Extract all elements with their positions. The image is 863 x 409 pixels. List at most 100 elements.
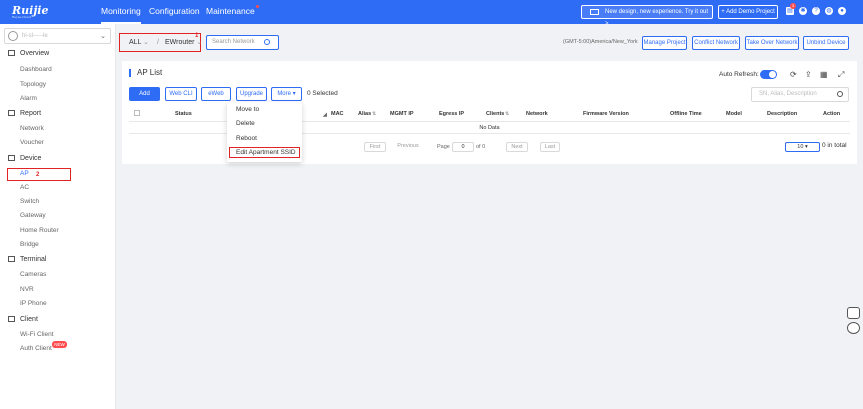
column-mac[interactable]: MAC bbox=[331, 111, 344, 117]
menu-item-delete[interactable]: Delete bbox=[236, 120, 255, 127]
columns-icon[interactable]: ▦ bbox=[820, 70, 828, 79]
terminal-icon bbox=[8, 256, 15, 262]
chat-icon[interactable] bbox=[847, 307, 860, 319]
ruijie-logo[interactable]: Ruijie Reyee Cloud bbox=[12, 4, 72, 20]
search-icon[interactable] bbox=[264, 39, 270, 45]
sidebar: hi-sl-----le ⌄ bbox=[0, 24, 116, 409]
user-name: hi-sl-----le bbox=[22, 33, 48, 39]
search-network-input[interactable]: Search Network bbox=[206, 35, 279, 50]
caret-down-icon: ▾ bbox=[804, 144, 808, 150]
sidebar-group-overview[interactable]: Overview bbox=[8, 50, 49, 57]
column-firmware-version[interactable]: Firmware Version bbox=[583, 111, 629, 117]
page-of-label: of 0 bbox=[476, 144, 486, 150]
nav-maintenance[interactable]: Maintenance bbox=[206, 0, 259, 24]
total-count: 0 in total bbox=[822, 142, 847, 149]
take-over-network-button[interactable]: Take Over Network bbox=[745, 36, 799, 50]
notification-badge: 3 bbox=[790, 3, 796, 9]
sidebar-item-topology[interactable]: Topology bbox=[20, 81, 46, 88]
add-button[interactable]: Add bbox=[129, 87, 160, 101]
upgrade-button[interactable]: Upgrade bbox=[236, 87, 267, 101]
network-dropdown[interactable]: EWrouter ⌄ bbox=[165, 36, 202, 50]
sidebar-group-device[interactable]: Device bbox=[8, 155, 41, 162]
scope-dropdown[interactable]: ALL ⌄ bbox=[129, 36, 149, 50]
column-clients[interactable]: Clients bbox=[486, 111, 504, 117]
annotation-box-edit-ssid bbox=[229, 147, 300, 158]
brand-tagline: Reyee Cloud bbox=[12, 15, 32, 19]
column-status[interactable]: Status bbox=[175, 111, 192, 117]
sidebar-item-switch[interactable]: Switch bbox=[20, 198, 39, 205]
device-icon bbox=[8, 155, 15, 161]
column-alias[interactable]: Alias bbox=[358, 111, 371, 117]
column-offline-time[interactable]: Offline Time bbox=[670, 111, 702, 117]
sidebar-item-auth-client[interactable]: Auth Client bbox=[20, 345, 52, 352]
next-page-button[interactable]: Next bbox=[506, 142, 528, 152]
column-action: Action bbox=[823, 111, 841, 117]
headset-icon[interactable] bbox=[847, 322, 860, 334]
sidebar-item-bridge[interactable]: Bridge bbox=[20, 241, 39, 248]
new-design-button[interactable]: New design, new experience. Try it out > bbox=[581, 5, 713, 27]
report-icon bbox=[8, 110, 15, 116]
eweb-button[interactable]: eWeb bbox=[201, 87, 231, 101]
previous-page-button[interactable]: Previous bbox=[392, 142, 424, 152]
sidebar-item-dashboard[interactable]: Dashboard bbox=[20, 66, 52, 73]
sidebar-item-nvr[interactable]: NVR bbox=[20, 286, 34, 293]
caret-down-icon: ▾ bbox=[292, 91, 296, 97]
user-icon[interactable]: ● bbox=[838, 7, 846, 15]
help-icon[interactable]: ? bbox=[812, 7, 820, 15]
sidebar-item-network[interactable]: Network bbox=[20, 125, 44, 132]
sidebar-group-report[interactable]: Report bbox=[8, 110, 41, 117]
sidebar-group-terminal[interactable]: Terminal bbox=[8, 256, 46, 263]
chevron-down-icon: ⌄ bbox=[196, 39, 203, 46]
sidebar-item-ac[interactable]: AC bbox=[20, 184, 29, 191]
more-button[interactable]: More ▾ bbox=[271, 87, 302, 101]
export-icon[interactable]: ⇪ bbox=[805, 70, 812, 79]
breadcrumb-separator: / bbox=[157, 39, 159, 46]
manage-project-button[interactable]: Manage Project bbox=[642, 36, 687, 50]
fullscreen-icon[interactable]: ⤢ bbox=[838, 70, 844, 80]
sidebar-item-alarm[interactable]: Alarm bbox=[20, 95, 37, 102]
column-model[interactable]: Model bbox=[726, 111, 742, 117]
sidebar-item-wifi-client[interactable]: Wi-Fi Client bbox=[20, 331, 54, 338]
add-demo-project-button[interactable]: + Add Demo Project bbox=[718, 5, 778, 19]
avatar-icon bbox=[8, 31, 18, 41]
select-all-checkbox[interactable] bbox=[134, 110, 140, 116]
sidebar-item-voucher[interactable]: Voucher bbox=[20, 139, 44, 146]
menu-item-move-to[interactable]: Move to bbox=[236, 106, 259, 113]
globe-icon[interactable]: ◍ bbox=[825, 7, 833, 15]
sn-search-input[interactable]: SN, Alias, Description bbox=[751, 87, 849, 102]
sort-icon[interactable]: ⇅ bbox=[505, 111, 509, 117]
last-page-button[interactable]: Last bbox=[540, 142, 560, 152]
first-page-button[interactable]: First bbox=[364, 142, 386, 152]
client-icon bbox=[8, 316, 15, 322]
sidebar-item-ip-phone[interactable]: IP Phone bbox=[20, 300, 47, 307]
conflict-network-button[interactable]: Conflict Network bbox=[692, 36, 740, 50]
column-egress-ip[interactable]: Egress IP bbox=[439, 111, 464, 117]
chevron-down-icon: ⌄ bbox=[100, 33, 106, 40]
web-cli-button[interactable]: Web CLI bbox=[165, 87, 197, 101]
auto-refresh-toggle[interactable] bbox=[760, 70, 777, 79]
column-description[interactable]: Description bbox=[767, 111, 797, 117]
user-selector[interactable]: hi-sl-----le ⌄ bbox=[4, 28, 111, 44]
sidebar-item-cameras[interactable]: Cameras bbox=[20, 271, 46, 278]
search-icon[interactable] bbox=[837, 91, 843, 97]
refresh-icon[interactable]: ⟳ bbox=[790, 70, 797, 79]
nav-configuration[interactable]: Configuration bbox=[149, 0, 200, 24]
sidebar-group-client[interactable]: Client bbox=[8, 316, 38, 323]
top-bar: Ruijie Reyee Cloud Monitoring Configurat… bbox=[0, 0, 863, 27]
sidebar-item-gateway[interactable]: Gateway bbox=[20, 212, 46, 219]
column-network[interactable]: Network bbox=[526, 111, 548, 117]
annotation-number-2: 2 bbox=[36, 172, 40, 178]
nav-monitoring[interactable]: Monitoring bbox=[101, 0, 141, 24]
sort-icon[interactable]: ◢ bbox=[323, 112, 327, 118]
page-label: Page bbox=[437, 144, 450, 150]
sidebar-item-home-router[interactable]: Home Router bbox=[20, 227, 59, 234]
overview-icon bbox=[8, 50, 15, 56]
menu-item-reboot[interactable]: Reboot bbox=[236, 135, 257, 142]
sort-icon[interactable]: ⇅ bbox=[372, 111, 376, 117]
page-number-input[interactable]: 0 bbox=[452, 142, 474, 152]
gear-icon[interactable]: ✱ bbox=[799, 7, 807, 15]
new-badge: NEW bbox=[52, 341, 67, 348]
column-mgmt-ip[interactable]: MGMT IP bbox=[390, 111, 414, 117]
page-size-select[interactable]: 10 ▾ bbox=[785, 142, 820, 152]
unbind-device-button[interactable]: Unbind Device bbox=[803, 36, 849, 50]
